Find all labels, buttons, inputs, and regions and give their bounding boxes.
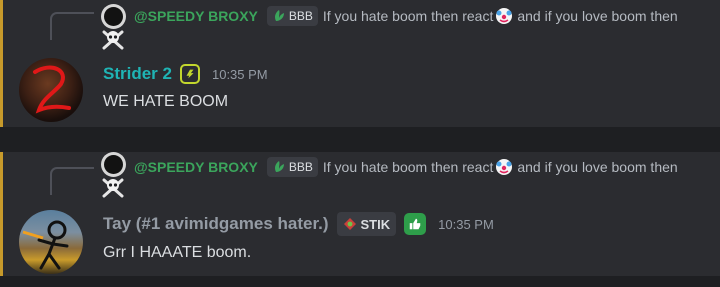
guild-tag[interactable]: BBB bbox=[266, 6, 318, 26]
chat-message[interactable]: @SPEEDY BROXY BBB If you hate boom then … bbox=[0, 0, 720, 127]
author-name[interactable]: Strider 2 bbox=[103, 64, 172, 84]
timestamp[interactable]: 10:35 PM bbox=[212, 67, 268, 82]
message-header: Strider 2 10:35 PM bbox=[103, 62, 268, 86]
skull-crossbones-icon bbox=[102, 30, 124, 50]
reply-text: If you hate boom then react bbox=[322, 159, 494, 175]
reply-spine bbox=[50, 167, 94, 195]
reply-avatar[interactable] bbox=[100, 152, 128, 198]
reply-avatar[interactable] bbox=[100, 4, 128, 50]
leaf-icon bbox=[274, 161, 284, 172]
avatar[interactable] bbox=[19, 58, 83, 122]
chat-message[interactable]: @SPEEDY BROXY BBB If you hate boom then … bbox=[0, 152, 720, 276]
reply-text: and if you love boom then bbox=[517, 159, 678, 175]
message-header: Tay (#1 avimidgames hater.) STIK 10:35 P… bbox=[103, 212, 494, 236]
message-content: WE HATE BOOM bbox=[103, 93, 229, 110]
timestamp[interactable]: 10:35 PM bbox=[438, 217, 494, 232]
leaf-icon bbox=[274, 10, 284, 21]
reply-spine bbox=[50, 12, 94, 40]
reply-preview[interactable]: @SPEEDY BROXY BBB If you hate boom then … bbox=[134, 156, 678, 178]
clown-face-icon bbox=[496, 159, 513, 175]
thumbs-up-badge-icon[interactable] bbox=[404, 213, 427, 235]
message-content: Grr I HAAATE boom. bbox=[103, 244, 252, 261]
reply-text: and if you love boom then bbox=[517, 8, 678, 24]
guild-tag[interactable]: BBB bbox=[266, 157, 318, 177]
lightning-bolt-badge-icon[interactable] bbox=[179, 64, 200, 84]
reply-text: If you hate boom then react bbox=[322, 8, 494, 24]
author-name[interactable]: Tay (#1 avimidgames hater.) bbox=[103, 214, 329, 234]
avatar-image bbox=[33, 65, 71, 114]
avatar-image bbox=[22, 220, 69, 270]
stick-figure-icon bbox=[343, 218, 356, 230]
clown-face-icon bbox=[496, 8, 513, 24]
guild-tag[interactable]: STIK bbox=[336, 212, 397, 236]
skull-crossbones-icon bbox=[102, 178, 124, 198]
reply-preview[interactable]: @SPEEDY BROXY BBB If you hate boom then … bbox=[134, 5, 678, 27]
reply-username[interactable]: @SPEEDY BROXY bbox=[134, 8, 258, 24]
reply-username[interactable]: @SPEEDY BROXY bbox=[134, 159, 258, 175]
avatar[interactable] bbox=[19, 210, 83, 274]
